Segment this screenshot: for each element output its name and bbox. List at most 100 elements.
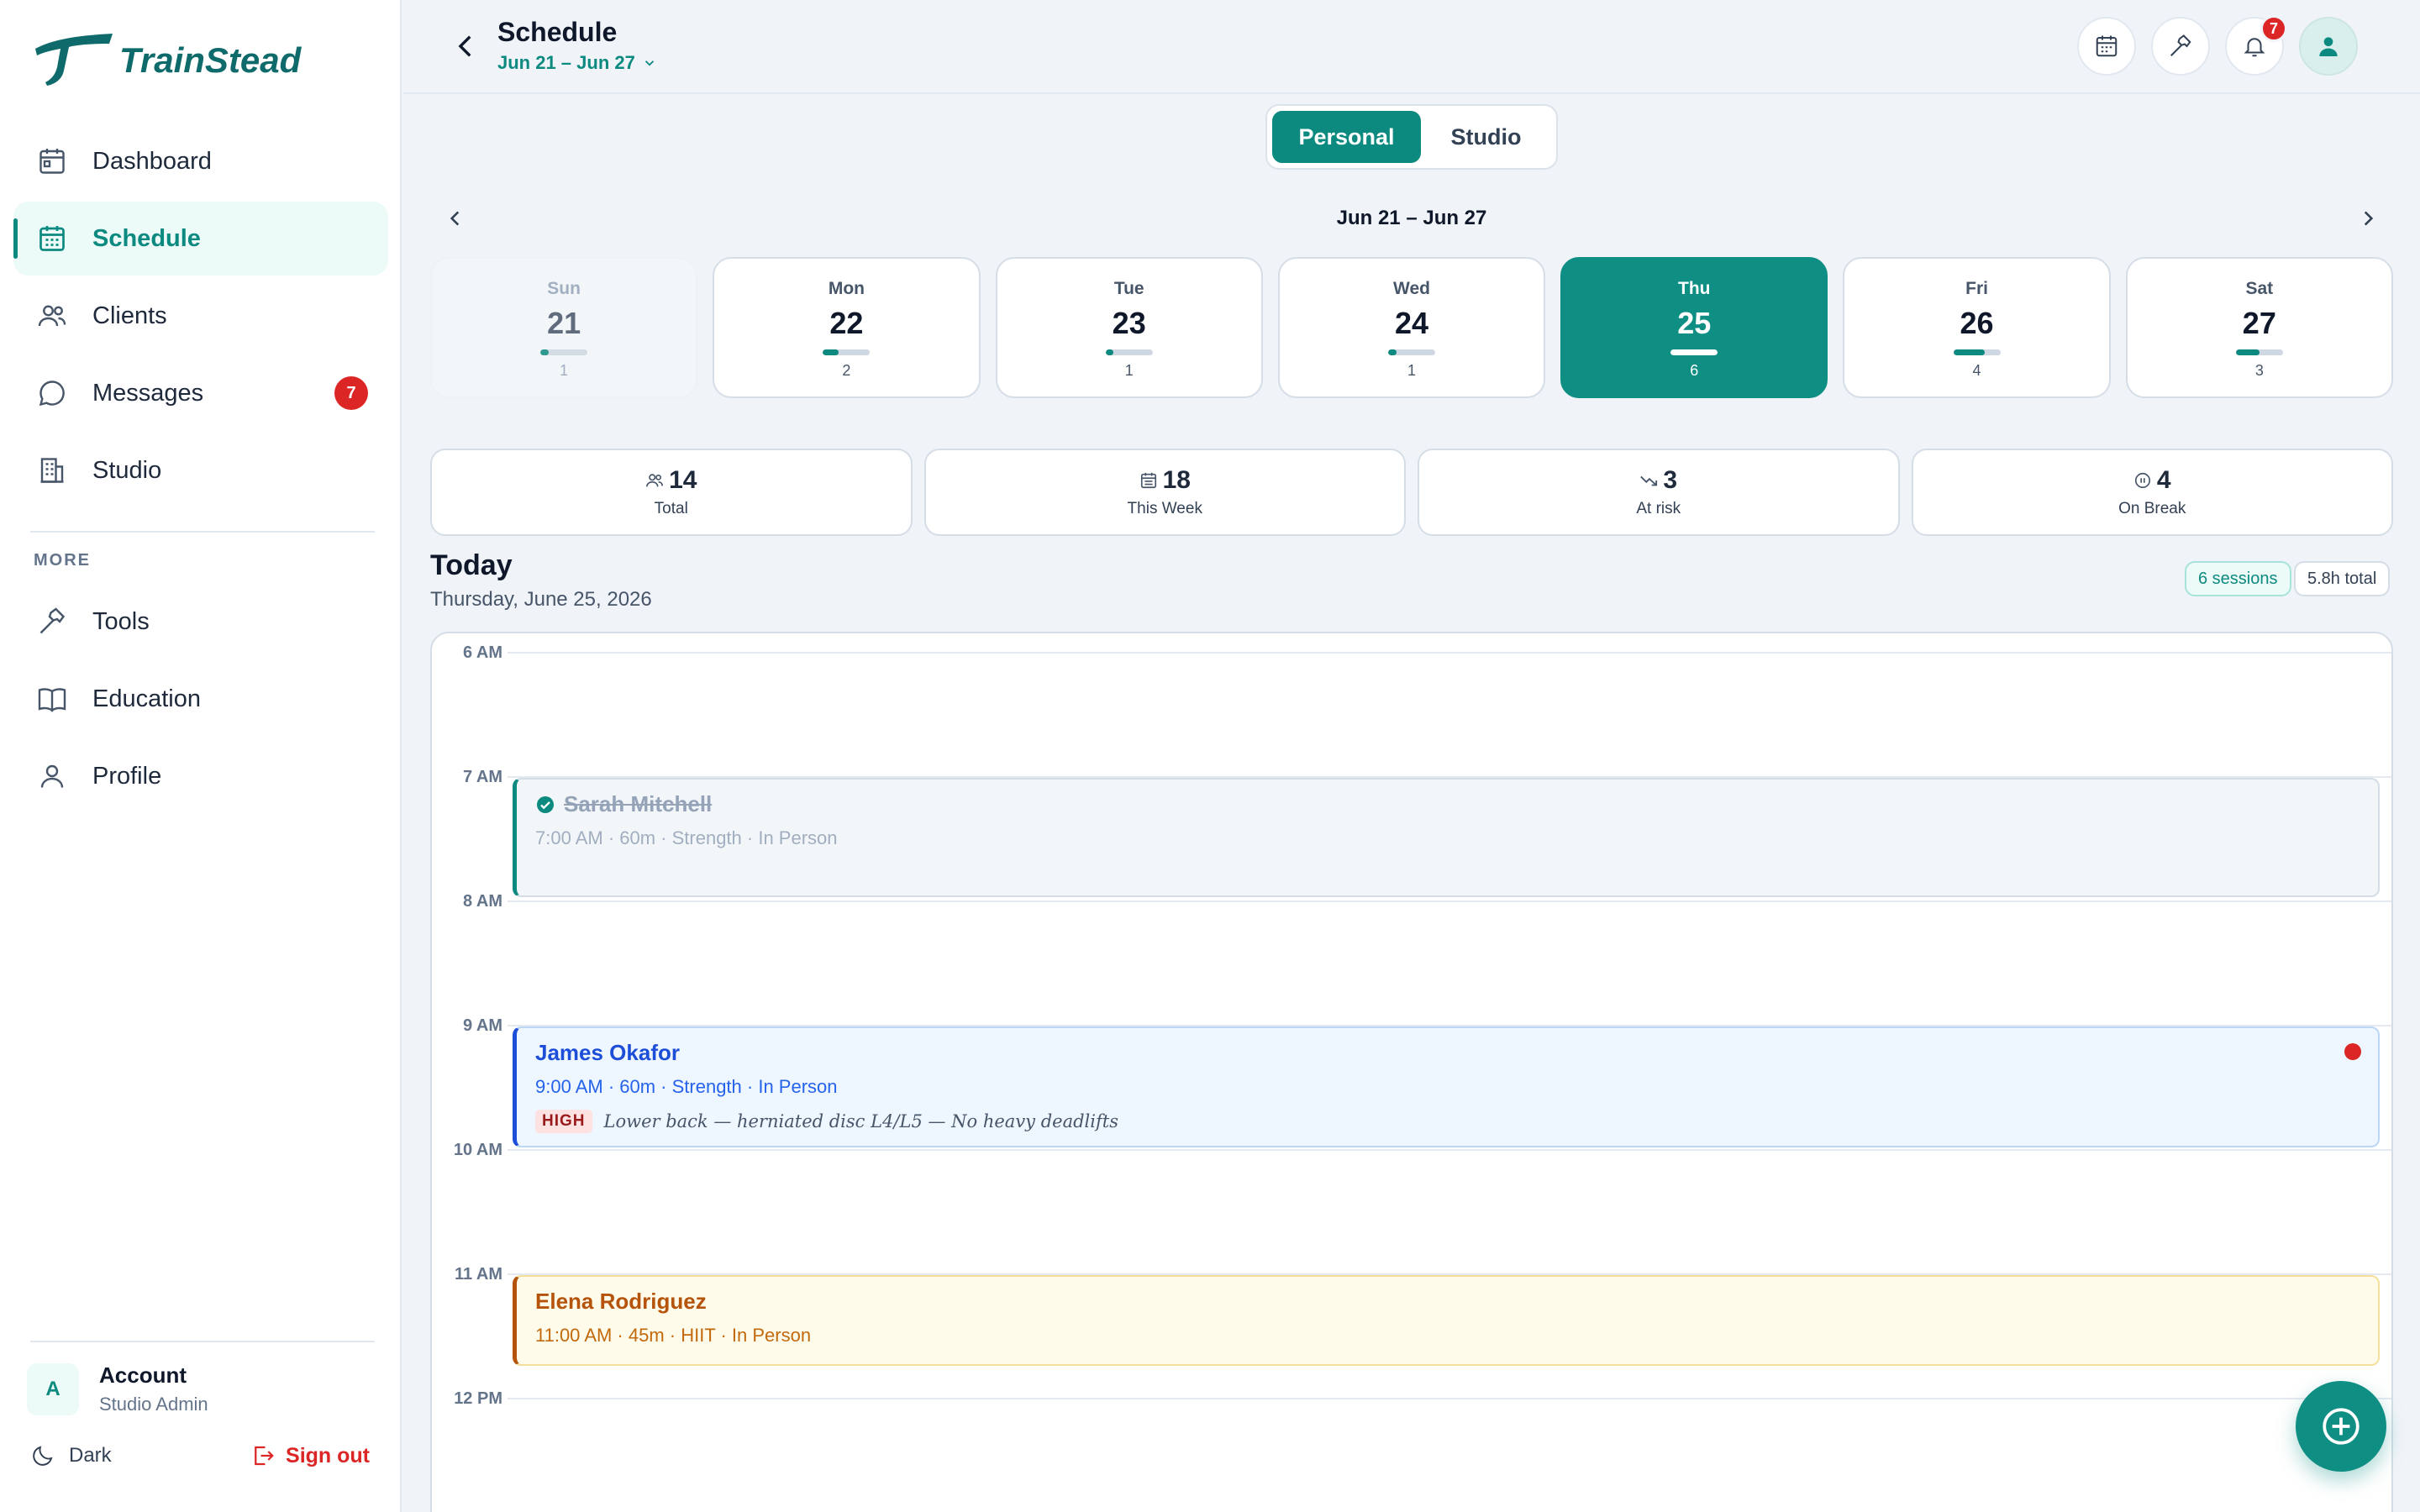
- risk-level-tag: HIGH: [535, 1110, 592, 1133]
- calendar-icon: [2096, 35, 2118, 57]
- calendar-icon: [35, 222, 69, 255]
- chevron-right-icon: [2364, 211, 2374, 226]
- sidebar-item-studio[interactable]: Studio: [13, 433, 388, 507]
- day-load-bar: [1105, 349, 1153, 355]
- day-name: Mon: [828, 279, 865, 298]
- client-name: James Okafor: [535, 1040, 680, 1065]
- sidebar-item-education[interactable]: Education: [13, 662, 388, 736]
- week-day-strip: Sun 21 1 Mon 22 2 Tue 23 1 Wed 24 1 Thu …: [430, 257, 2393, 398]
- day-number: 21: [547, 306, 581, 340]
- theme-toggle[interactable]: Dark: [30, 1443, 112, 1468]
- hour-line: [508, 652, 2391, 654]
- chevron-left-icon: [450, 211, 460, 226]
- sidebar-item-messages[interactable]: Messages 7: [13, 356, 388, 430]
- session-meta: 9:00 AM · 60m · Strength · In Person: [535, 1076, 838, 1097]
- user-icon: [35, 759, 69, 793]
- day-load-bar: [1387, 349, 1435, 355]
- view-toggle: Personal Studio: [1265, 104, 1558, 170]
- sign-out-label: Sign out: [286, 1443, 370, 1467]
- day-load-bar: [823, 349, 871, 355]
- logout-icon: [255, 1446, 274, 1466]
- day-session-count: 1: [1407, 362, 1416, 379]
- day-card-sun[interactable]: Sun 21 1: [430, 257, 698, 398]
- injury-note: Lower back — herniated disc L4/L5 — No h…: [603, 1111, 1118, 1131]
- day-session-count: 2: [842, 362, 851, 379]
- sidebar-divider: [30, 531, 375, 533]
- day-number: 24: [1394, 306, 1428, 340]
- sidebar-item-label: Schedule: [92, 224, 201, 252]
- chevron-down-icon: [644, 60, 654, 66]
- session-card-sarah-mitchell[interactable]: Sarah Mitchell 7:00 AM · 60m · Strength …: [513, 778, 2380, 897]
- main-nav: Dashboard Schedule Clients Messages 7 St…: [13, 124, 388, 511]
- plus-circle-icon: [2323, 1408, 2360, 1445]
- session-card-elena-rodriguez[interactable]: Elena Rodriguez 11:00 AM · 45m · HIIT · …: [513, 1275, 2380, 1366]
- hour-label: 8 AM: [462, 892, 502, 911]
- sidebar-item-label: Education: [92, 685, 201, 712]
- stat-total[interactable]: 14 Total: [430, 449, 913, 536]
- sign-out-button[interactable]: Sign out: [250, 1443, 370, 1468]
- calendar-button[interactable]: [2077, 17, 2136, 76]
- profile-button[interactable]: [2299, 17, 2358, 76]
- next-week-button[interactable]: [2351, 202, 2385, 235]
- stat-label: Total: [654, 500, 688, 517]
- week-label: Jun 21 – Jun 27: [1336, 207, 1487, 229]
- sidebar-item-label: Studio: [92, 456, 162, 484]
- stat-on-break[interactable]: 4 On Break: [1911, 449, 2393, 536]
- sidebar-item-clients[interactable]: Clients: [13, 279, 388, 353]
- day-load-fill: [540, 349, 549, 355]
- range-dropdown[interactable]: Jun 21 – Jun 27: [497, 52, 657, 74]
- day-number: 26: [1960, 306, 1994, 340]
- day-card-sat[interactable]: Sat 27 3: [2125, 257, 2393, 398]
- sidebar-item-profile[interactable]: Profile: [13, 739, 388, 813]
- tools-button[interactable]: [2151, 17, 2210, 76]
- stat-label: On Break: [2118, 500, 2186, 517]
- day-name: Wed: [1393, 279, 1430, 298]
- calendar-icon: [1140, 472, 1156, 489]
- hour-line: [508, 1398, 2391, 1399]
- client-name: Sarah Mitchell: [564, 791, 713, 816]
- messages-badge: 7: [334, 376, 368, 410]
- day-load-bar: [1953, 349, 2001, 355]
- sidebar-item-label: Profile: [92, 762, 162, 790]
- notifications-button[interactable]: 7: [2225, 15, 2287, 76]
- day-name: Sun: [547, 279, 581, 298]
- day-number: 23: [1112, 306, 1146, 340]
- sidebar-item-dashboard[interactable]: Dashboard: [13, 124, 388, 198]
- stat-at-risk[interactable]: 3 At risk: [1418, 449, 1900, 536]
- range-label: Jun 21 – Jun 27: [497, 52, 635, 73]
- session-meta: 11:00 AM · 45m · HIIT · In Person: [535, 1325, 812, 1346]
- prev-week-button[interactable]: [439, 202, 472, 235]
- day-load-fill: [1387, 349, 1397, 355]
- chevron-left-icon: [458, 35, 471, 57]
- stat-value: 3: [1663, 466, 1678, 494]
- day-load-bar: [540, 349, 588, 355]
- session-card-james-okafor[interactable]: James Okafor 9:00 AM · 60m · Strength · …: [513, 1026, 2380, 1147]
- account-card[interactable]: A Account Studio Admin: [27, 1362, 208, 1415]
- logo[interactable]: TrainStead: [30, 30, 301, 91]
- stat-this-week[interactable]: 18 This Week: [923, 449, 1406, 536]
- day-card-thu[interactable]: Thu 25 6: [1560, 257, 1828, 398]
- hammer-icon: [2170, 34, 2191, 56]
- day-load-bar: [2235, 349, 2283, 355]
- users-icon: [35, 299, 69, 333]
- hour-label: 6 AM: [462, 643, 502, 662]
- day-card-mon[interactable]: Mon 22 2: [713, 257, 981, 398]
- add-session-button[interactable]: [2296, 1381, 2386, 1472]
- day-load-fill: [2235, 349, 2260, 355]
- sidebar-item-label: Dashboard: [92, 147, 212, 175]
- day-card-fri[interactable]: Fri 26 4: [1843, 257, 2111, 398]
- users-icon: [646, 474, 664, 487]
- day-load-fill: [1953, 349, 1986, 355]
- message-icon: [35, 376, 69, 410]
- hour-line: [508, 1149, 2391, 1151]
- day-card-tue[interactable]: Tue 23 1: [995, 257, 1263, 398]
- sidebar-item-tools[interactable]: Tools: [13, 585, 388, 659]
- day-card-wed[interactable]: Wed 24 1: [1277, 257, 1546, 398]
- sidebar-item-schedule[interactable]: Schedule: [13, 202, 388, 276]
- sidebar-item-label: Tools: [92, 607, 150, 635]
- toggle-personal[interactable]: Personal: [1272, 111, 1421, 163]
- toggle-studio[interactable]: Studio: [1421, 111, 1551, 163]
- day-session-count: 3: [2254, 362, 2264, 379]
- sidebar-item-label: Messages: [92, 379, 204, 407]
- back-button[interactable]: [445, 25, 487, 67]
